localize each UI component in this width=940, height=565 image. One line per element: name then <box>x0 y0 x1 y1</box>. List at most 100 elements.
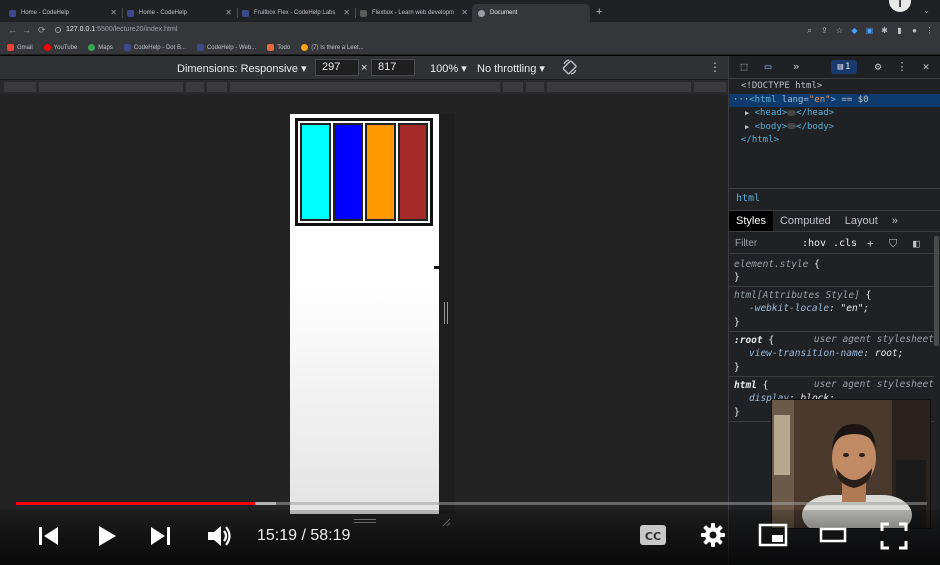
fullscreen-icon[interactable] <box>880 522 908 550</box>
height-input[interactable]: 817 <box>371 59 415 76</box>
extension-icon[interactable]: ▣ <box>865 26 874 36</box>
new-tab-icon[interactable]: + <box>596 6 602 18</box>
class-toggle[interactable]: .cls <box>833 238 857 249</box>
previous-icon[interactable] <box>37 524 61 548</box>
rule-origin: user agent stylesheet <box>813 334 934 345</box>
dimensions-dropdown[interactable]: Dimensions: Responsive ▾ <box>177 62 307 75</box>
browser-tab[interactable]: Home - CodeHelp ✕ <box>3 4 121 22</box>
info-icon[interactable]: i <box>889 0 911 12</box>
reload-icon[interactable]: ⟳ <box>38 25 46 36</box>
flex-item-box <box>365 123 396 221</box>
browser-tab[interactable]: Flexbox - Learn web developm ✕ <box>354 4 472 22</box>
resize-handle-right[interactable] <box>444 302 448 324</box>
todo-icon <box>267 44 275 51</box>
browser-tab[interactable]: Fruitbox Flex - CodeHelp Labs ✕ <box>236 4 354 22</box>
device-emulation-area: Dimensions: Responsive ▾ 297 × 817 100% … <box>0 56 728 565</box>
bookmark-gmail[interactable]: Gmail <box>7 44 33 51</box>
back-arrow-icon[interactable]: ← <box>8 25 17 35</box>
captions-icon[interactable]: CC <box>639 524 667 546</box>
dom-node-head[interactable]: ▶ <head> </head> <box>729 107 940 121</box>
tab-search-chevron-icon[interactable]: ⌄ <box>923 6 930 15</box>
share-icon[interactable]: ⇪ <box>820 26 829 36</box>
device-toggle-icon[interactable]: ▭ <box>761 60 775 74</box>
close-devtools-icon[interactable]: ✕ <box>919 60 933 74</box>
search-icon[interactable]: ⌕ <box>805 26 814 36</box>
dom-node-body[interactable]: ▶ <body> </body> <box>729 121 940 135</box>
styles-rules-list: element.style { } html[Attributes Style]… <box>729 256 934 422</box>
bookmark-maps[interactable]: Maps <box>88 44 113 51</box>
video-progress-bar[interactable] <box>16 502 927 505</box>
close-icon[interactable]: ✕ <box>343 8 350 17</box>
mouse-cursor <box>434 266 440 269</box>
next-icon[interactable] <box>148 524 172 548</box>
breadcrumb[interactable]: html <box>729 188 940 208</box>
close-icon[interactable]: ✕ <box>225 8 232 17</box>
dom-node-doctype[interactable]: <!DOCTYPE html> <box>729 80 940 94</box>
sidebar-toggle-icon[interactable]: ◧ <box>913 237 920 250</box>
settings-gear-icon[interactable] <box>700 522 726 548</box>
url-port: :5500 <box>95 26 113 33</box>
settings-gear-icon[interactable]: ⚙ <box>871 60 885 74</box>
site-info-icon[interactable] <box>55 26 61 33</box>
extensions-puzzle-icon[interactable]: ✱ <box>880 26 889 36</box>
tab-computed[interactable]: Computed <box>773 211 838 231</box>
url-field[interactable]: 127.0.0.1 :5500 /lecture20/index.html <box>55 26 177 33</box>
bookmark-leetcode[interactable]: (7) Is there a Leet... <box>301 44 364 51</box>
styles-filter-input[interactable]: Filter <box>735 238 757 249</box>
throttling-dropdown[interactable]: No throttling ▾ <box>477 62 545 75</box>
play-icon[interactable] <box>95 524 119 548</box>
menu-kebab-icon[interactable]: ⋮ <box>925 26 934 36</box>
media-query-bar[interactable] <box>0 80 728 94</box>
width-input[interactable]: 297 <box>315 59 359 76</box>
tab-title: Fruitbox Flex - CodeHelp Labs <box>254 10 336 16</box>
collapsed-ellipsis-icon[interactable] <box>787 109 797 116</box>
devtools-toolbar: ⬚ ▭ » ▤ 1 ⚙ ⋮ ✕ <box>729 56 940 79</box>
style-rule-root[interactable]: :root { user agent stylesheet view-trans… <box>729 332 934 377</box>
browser-tab[interactable]: Home - CodeHelp ✕ <box>121 4 236 22</box>
volume-icon[interactable] <box>206 523 234 549</box>
forward-arrow-icon[interactable]: → <box>22 25 31 35</box>
profile-avatar-icon[interactable]: ● <box>910 26 919 36</box>
extension-icon[interactable]: ◆ <box>850 26 859 36</box>
bookmark-codehelp-dotb[interactable]: CodeHelp - Dot B... <box>123 44 186 51</box>
device-toolbar-menu-icon[interactable]: ⋮ <box>709 60 721 74</box>
bookmark-todo[interactable]: Todo <box>267 44 290 51</box>
address-bar-row: ← → ⟳ 127.0.0.1 :5500 /lecture20/index.h… <box>0 22 940 41</box>
more-tabs-icon[interactable]: » <box>789 60 803 74</box>
side-panel-icon[interactable]: ▮ <box>895 26 904 36</box>
tab-title: Document <box>490 10 518 16</box>
style-rule-element[interactable]: element.style { } <box>729 256 934 287</box>
paint-icon[interactable]: ⛉ <box>889 237 897 251</box>
more-subtabs-icon[interactable]: » <box>885 211 905 231</box>
expand-caret-icon[interactable]: ▶ <box>745 123 749 131</box>
url-path: /lecture20/index.html <box>112 26 178 33</box>
collapsed-ellipsis-icon[interactable] <box>787 123 797 129</box>
tab-layout[interactable]: Layout <box>838 211 885 231</box>
inspect-element-icon[interactable]: ⬚ <box>737 60 751 74</box>
rotate-icon[interactable] <box>562 59 578 75</box>
styles-scrollbar[interactable] <box>934 236 939 346</box>
dom-node-html-selected[interactable]: ···<html lang="en"> == $0 <box>729 93 940 107</box>
bookmark-star-icon[interactable]: ☆ <box>835 26 844 36</box>
issues-badge[interactable]: ▤ 1 <box>831 60 857 74</box>
bookmark-codehelp-web[interactable]: CodeHelp - Web... <box>196 44 256 51</box>
tab-styles[interactable]: Styles <box>729 211 773 231</box>
dom-node-html-close[interactable]: </html> <box>729 134 940 148</box>
youtube-icon <box>43 44 51 51</box>
browser-tab-active[interactable]: Document <box>472 4 590 22</box>
new-rule-icon[interactable]: + <box>867 237 874 250</box>
miniplayer-icon[interactable] <box>758 523 788 547</box>
bookmark-youtube[interactable]: YouTube <box>43 44 77 51</box>
expand-caret-icon[interactable]: ▶ <box>745 109 749 117</box>
played-bar <box>16 502 256 505</box>
style-rule-attributes[interactable]: html[Attributes Style] { -webkit-locale:… <box>729 287 934 332</box>
tab-title: Home - CodeHelp <box>21 10 70 16</box>
devtools-menu-icon[interactable]: ⋮ <box>895 60 909 74</box>
close-icon[interactable]: ✕ <box>110 8 117 17</box>
browser-tab-strip: Home - CodeHelp ✕ Home - CodeHelp ✕ Frui… <box>0 0 940 22</box>
zoom-dropdown[interactable]: 100% ▾ <box>430 62 467 75</box>
theater-mode-icon[interactable] <box>818 525 848 545</box>
hover-state-toggle[interactable]: :hov <box>802 238 826 249</box>
close-icon[interactable]: ✕ <box>461 8 468 17</box>
codehelp-icon <box>196 44 204 51</box>
